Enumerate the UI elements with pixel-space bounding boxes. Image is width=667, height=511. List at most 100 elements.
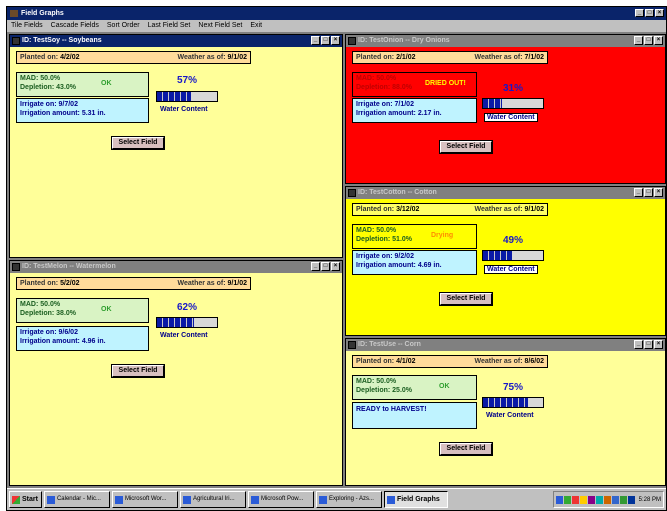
taskbar-item-field-graphs[interactable]: Field Graphs <box>383 491 448 508</box>
select-field-button[interactable]: Select Field <box>111 136 165 150</box>
field-icon <box>12 263 20 271</box>
water-content-fill <box>483 398 528 407</box>
close-icon[interactable]: × <box>331 36 340 45</box>
taskbar: Start Calendar - Mic... Microsoft Wor...… <box>7 488 666 510</box>
minimize-icon[interactable]: _ <box>311 262 320 271</box>
taskbar-item-powerpoint[interactable]: Microsoft Pow... <box>247 491 314 508</box>
select-field-button[interactable]: Select Field <box>111 364 165 378</box>
planted-weather-panel: Planted on: 4/1/02 Weather as of: 8/6/02 <box>352 355 548 368</box>
irrigate-on: Irrigate on: 9/2/02 <box>356 253 414 260</box>
weather-date: 9/1/02 <box>227 54 247 61</box>
taskbar-item-word[interactable]: Microsoft Wor... <box>111 491 178 508</box>
tray-app-icon[interactable] <box>563 495 571 504</box>
menu-next-field-set[interactable]: Next Field Set <box>198 20 242 32</box>
maximize-icon[interactable]: □ <box>644 188 653 197</box>
close-icon[interactable]: × <box>654 188 663 197</box>
planted-date: 3/12/02 <box>396 206 420 213</box>
weather-date: 7/1/02 <box>524 54 544 61</box>
water-percent: 49% <box>502 235 523 246</box>
maximize-icon[interactable]: □ <box>644 36 653 45</box>
irrigation-panel: Irrigate on: 9/2/02 Irrigation amount: 4… <box>352 250 477 275</box>
windows-logo-icon <box>12 495 20 504</box>
irrigate-on: Irrigate on: 9/6/02 <box>20 329 78 336</box>
minimize-icon[interactable]: _ <box>634 340 643 349</box>
field-window-title: ID: TestCotton -- Cotton <box>358 189 437 196</box>
minimize-icon[interactable]: _ <box>634 188 643 197</box>
field-window-title-bar[interactable]: ID: TestOnion -- Dry Onions _ □ × <box>346 35 665 47</box>
minimize-icon[interactable]: _ <box>634 36 643 45</box>
planted-weather-panel: Planted on: 2/1/02 Weather as of: 7/1/02 <box>352 51 548 64</box>
water-percent: 75% <box>502 382 523 393</box>
water-content-label: Water Content <box>160 332 208 339</box>
water-content-label: Water Content <box>486 412 534 419</box>
field-window-melon[interactable]: ID: TestMelon -- Watermelon _ □ × Planted … <box>9 260 343 486</box>
planted-date: 5/2/02 <box>60 280 80 287</box>
field-window-title-bar[interactable]: ID: TestCotton -- Cotton _ □ × <box>346 187 665 199</box>
water-content-gauge <box>482 98 544 109</box>
close-icon[interactable]: × <box>331 262 340 271</box>
field-window-soy[interactable]: ID: TestSoy -- Soybeans _ □ × Planted on: … <box>9 34 343 258</box>
menu-last-field-set[interactable]: Last Field Set <box>148 20 191 32</box>
menu-exit[interactable]: Exit <box>250 20 262 32</box>
planted-weather-panel: Planted on: 4/2/02 Weather as of: 9/1/02 <box>16 51 251 64</box>
field-window-title-bar[interactable]: ID: TestMelon -- Watermelon _ □ × <box>10 261 342 273</box>
menu-tile-fields[interactable]: Tile Fields <box>11 20 43 32</box>
maximize-icon[interactable]: □ <box>321 262 330 271</box>
close-icon[interactable]: × <box>654 36 663 45</box>
start-button[interactable]: Start <box>9 491 42 508</box>
app-title-bar[interactable]: Field Graphs _ □ × <box>7 7 666 20</box>
field-window-title-bar[interactable]: ID: TestUse -- Corn _ □ × <box>346 339 665 351</box>
select-field-button[interactable]: Select Field <box>439 292 493 306</box>
select-field-button[interactable]: Select Field <box>439 140 493 154</box>
field-window-corn[interactable]: ID: TestUse -- Corn _ □ × Planted on: 4/1/… <box>345 338 666 486</box>
status-label: OK <box>439 383 450 390</box>
tray-search-icon[interactable] <box>595 495 603 504</box>
minimize-icon[interactable]: _ <box>635 9 644 17</box>
tray-media-icon[interactable] <box>587 495 595 504</box>
planted-date: 4/1/02 <box>396 358 416 365</box>
maximize-icon[interactable]: □ <box>645 9 654 17</box>
planted-label: Planted on: <box>20 54 59 61</box>
tray-alert-icon[interactable] <box>571 495 579 504</box>
tray-volume-icon[interactable] <box>627 495 635 504</box>
tray-folder-icon[interactable] <box>579 495 587 504</box>
weather-label: Weather as of: <box>474 358 523 365</box>
planted-label: Planted on: <box>356 54 395 61</box>
tray-network-icon[interactable] <box>555 495 563 504</box>
mdi-workspace: ID: TestSoy -- Soybeans _ □ × Planted on: … <box>7 32 666 490</box>
close-icon[interactable]: × <box>654 340 663 349</box>
water-content-label: Water Content <box>484 113 538 122</box>
clock[interactable]: 5:28 PM <box>639 497 661 503</box>
depletion-value: Depletion: 51.0% <box>356 236 413 243</box>
water-content-label: Water Content <box>160 106 208 113</box>
water-content-fill <box>483 99 502 108</box>
close-icon[interactable]: × <box>655 9 664 17</box>
taskbar-item-exploring[interactable]: Exploring - Azs... <box>315 491 382 508</box>
taskbar-label: Microsoft Pow... <box>260 496 304 502</box>
tray-chart-icon[interactable] <box>619 495 627 504</box>
menu-bar: Tile Fields Cascade Fields Sort Order La… <box>7 20 666 32</box>
select-field-button[interactable]: Select Field <box>439 442 493 456</box>
field-window-title-bar[interactable]: ID: TestSoy -- Soybeans _ □ × <box>10 35 342 47</box>
menu-cascade-fields[interactable]: Cascade Fields <box>51 20 99 32</box>
weather-label: Weather as of: <box>474 54 523 61</box>
maximize-icon[interactable]: □ <box>644 340 653 349</box>
field-window-cotton[interactable]: ID: TestCotton -- Cotton _ □ × Planted on:… <box>345 186 666 336</box>
taskbar-label: Exploring - Azs... <box>328 496 374 502</box>
app-window: Field Graphs _ □ × Tile Fields Cascade F… <box>6 6 667 511</box>
field-icon <box>12 37 20 45</box>
minimize-icon[interactable]: _ <box>311 36 320 45</box>
taskbar-item-calendar[interactable]: Calendar - Mic... <box>43 491 110 508</box>
tray-tool-icon[interactable] <box>603 495 611 504</box>
maximize-icon[interactable]: □ <box>321 36 330 45</box>
taskbar-item-agricultural[interactable]: Agricultural Iri... <box>179 491 246 508</box>
water-content-gauge <box>156 317 218 328</box>
menu-sort-order[interactable]: Sort Order <box>107 20 140 32</box>
weather-label: Weather as of: <box>177 280 226 287</box>
field-window-title: ID: TestOnion -- Dry Onions <box>358 37 450 44</box>
field-icon <box>348 341 356 349</box>
irrigate-on: Irrigate on: 9/7/02 <box>20 101 78 108</box>
field-window-onion[interactable]: ID: TestOnion -- Dry Onions _ □ × Planted … <box>345 34 666 184</box>
field-window-title: ID: TestUse -- Corn <box>358 341 421 348</box>
tray-display-icon[interactable] <box>611 495 619 504</box>
